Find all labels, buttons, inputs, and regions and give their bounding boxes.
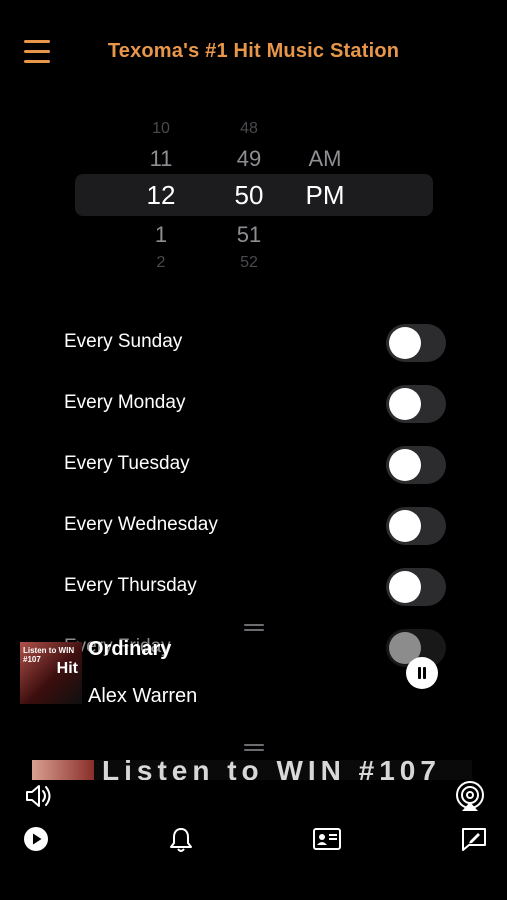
minute-option: 52 (240, 254, 258, 271)
day-label: Every Wednesday (64, 514, 218, 535)
day-label: Every Monday (64, 392, 186, 413)
play-icon[interactable] (23, 826, 49, 852)
period-selected: PM (305, 180, 345, 210)
song-title: Ordinary (88, 638, 172, 660)
time-picker[interactable]: 10 11 12 1 2 48 49 50 51 52 AM PM (75, 118, 433, 271)
minute-option: 51 (236, 222, 262, 247)
toggle-knob (389, 571, 421, 603)
pause-button[interactable] (406, 657, 438, 689)
album-art: Listen to WIN #107 Hit (20, 642, 82, 704)
day-label: Every Thursday (64, 575, 197, 596)
banner-text: Listen to WIN #107 (102, 760, 441, 780)
period-wheel[interactable]: AM PM (295, 118, 355, 270)
day-row-sunday: Every Sunday (64, 322, 446, 362)
minute-wheel[interactable]: 48 49 50 51 52 (219, 118, 279, 271)
toggle-sunday[interactable] (386, 324, 446, 362)
app-title: Texoma's #1 Hit Music Station (107, 40, 400, 62)
album-art-hit: Hit (56, 660, 78, 677)
hour-option: 1 (154, 222, 168, 247)
minute-option: 48 (240, 120, 258, 137)
bell-icon[interactable] (168, 826, 194, 854)
hour-option: 11 (149, 146, 173, 171)
toggle-knob (389, 449, 421, 481)
day-row-wednesday: Every Wednesday (64, 505, 446, 545)
toggle-knob (389, 510, 421, 542)
day-row-monday: Every Monday (64, 383, 446, 423)
ad-banner[interactable]: Listen to WIN #107 (32, 760, 472, 780)
hour-option: 10 (152, 120, 170, 137)
day-label: Every Tuesday (64, 453, 190, 474)
compose-icon[interactable] (460, 826, 488, 852)
toggle-knob (389, 388, 421, 420)
toggle-knob (389, 327, 421, 359)
toggle-tuesday[interactable] (386, 446, 446, 484)
toggle-monday[interactable] (386, 385, 446, 423)
minute-selected: 50 (234, 180, 264, 210)
period-option: AM (308, 146, 342, 171)
contact-card-icon[interactable] (312, 826, 342, 852)
toggle-thursday[interactable] (386, 568, 446, 606)
minute-option: 49 (236, 146, 262, 171)
hour-wheel[interactable]: 10 11 12 1 2 (131, 118, 191, 271)
drag-handle-icon[interactable] (244, 744, 264, 752)
day-row-thursday: Every Thursday (64, 566, 446, 606)
toggle-wednesday[interactable] (386, 507, 446, 545)
day-row-tuesday: Every Tuesday (64, 444, 446, 484)
airplay-icon[interactable] (454, 780, 486, 812)
day-label: Every Sunday (64, 331, 183, 352)
volume-icon[interactable] (24, 782, 54, 810)
hour-selected: 12 (146, 180, 176, 210)
drag-handle-icon[interactable] (244, 624, 264, 632)
song-artist: Alex Warren (88, 685, 198, 707)
hour-option: 2 (156, 254, 166, 271)
